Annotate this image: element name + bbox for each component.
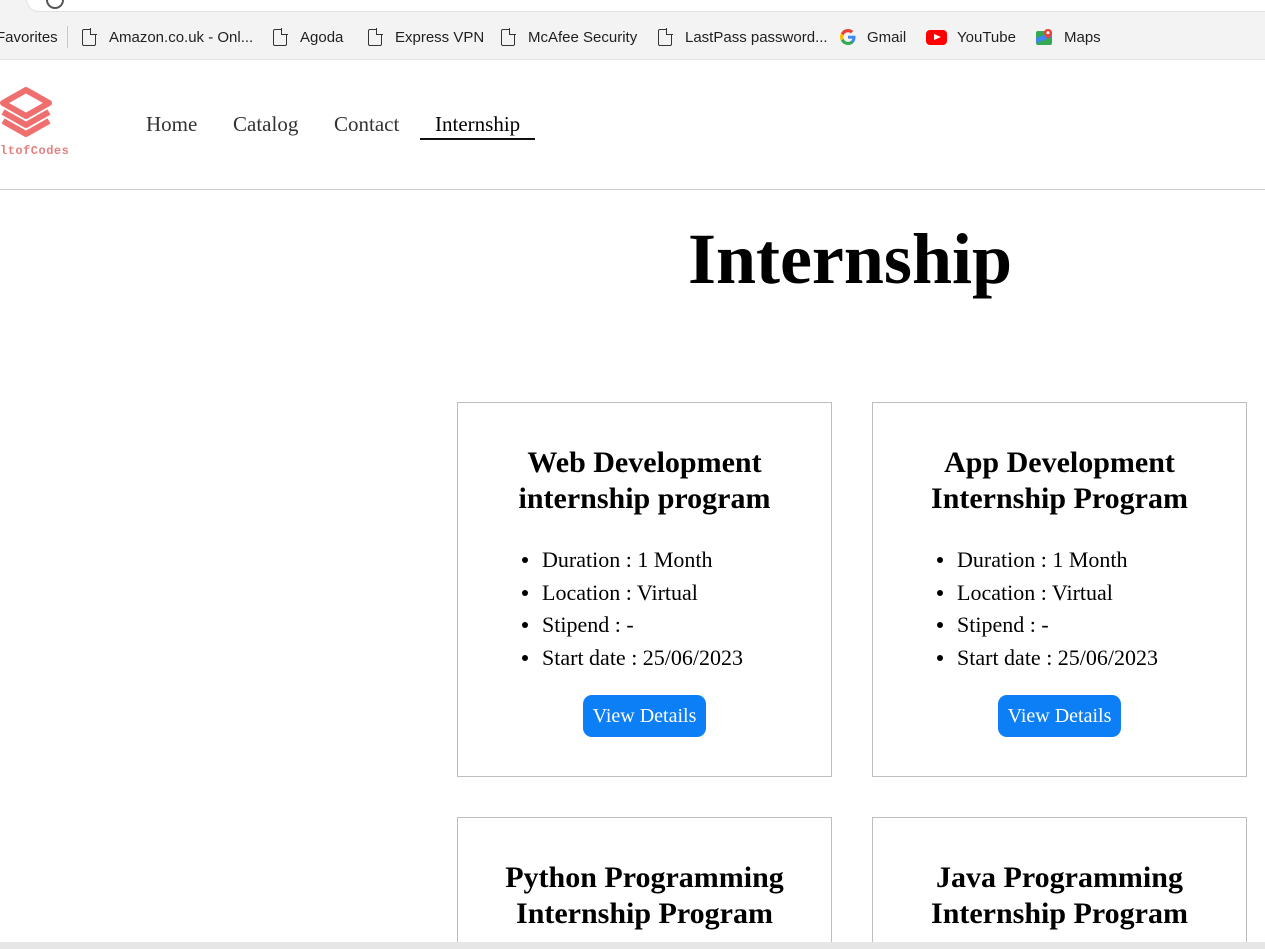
bookmark-label: Maps — [1064, 28, 1101, 46]
page-icon — [368, 27, 383, 46]
bookmark-gmail[interactable]: Gmail — [840, 14, 906, 60]
card-title: Python Programming Internship Program — [468, 860, 821, 932]
card-details-list: Duration : 1 Month Location : Virtual St… — [521, 544, 743, 675]
card-title-line: Web Development — [527, 446, 762, 479]
bookmark-amazon[interactable]: Amazon.co.uk - Onl... — [82, 14, 253, 60]
bookmark-label: LastPass password... — [685, 28, 828, 46]
page-icon — [273, 27, 288, 46]
detail-stipend: Stipend : - — [936, 609, 1158, 642]
page-title: Internship — [687, 219, 1013, 299]
view-details-button[interactable]: View Details — [583, 695, 706, 737]
card-title: App Development Internship Program — [883, 445, 1236, 517]
detail-start-date: Start date : 25/06/2023 — [936, 642, 1158, 675]
site-header: ltofCodes Home Catalog Contact Internshi… — [0, 60, 1265, 190]
view-details-button[interactable]: View Details — [998, 695, 1121, 737]
card-title-line: Internship Program — [931, 897, 1188, 930]
detail-location: Location : Virtual — [936, 577, 1158, 610]
card-details-list: Duration : 1 Month Location : Virtual St… — [936, 544, 1158, 675]
internship-card-java-programming: Java Programming Internship Program — [872, 817, 1247, 949]
bookmark-youtube[interactable]: YouTube — [926, 14, 1016, 60]
bookmark-label: Agoda — [300, 28, 344, 46]
bookmark-mcafee[interactable]: McAfee Security — [501, 14, 637, 60]
bookmark-maps[interactable]: Maps — [1035, 14, 1101, 60]
card-title-line: Internship Program — [931, 482, 1188, 515]
youtube-icon — [926, 29, 947, 45]
bookmark-lastpass[interactable]: LastPass password... — [658, 14, 828, 60]
bookmark-label: McAfee Security — [528, 28, 638, 46]
bookmark-label: Express VPN — [395, 28, 485, 46]
bookmarks-divider — [67, 26, 68, 48]
maps-icon — [1036, 28, 1052, 45]
bookmark-favorites-label: Favorites — [0, 28, 58, 46]
detail-location: Location : Virtual — [521, 577, 743, 610]
card-title: Java Programming Internship Program — [883, 860, 1236, 932]
detail-start-date: Start date : 25/06/2023 — [521, 642, 743, 675]
page-icon — [658, 27, 673, 46]
address-bar[interactable] — [26, 0, 1265, 12]
internship-card-web-development: Web Development internship program Durat… — [457, 402, 832, 777]
bookmark-label: Gmail — [867, 28, 907, 46]
window-bottom-edge — [0, 942, 1265, 949]
bookmark-agoda[interactable]: Agoda — [273, 14, 343, 60]
logo-text: ltofCodes — [0, 144, 70, 158]
page-icon — [82, 27, 97, 46]
internship-card-app-development: App Development Internship Program Durat… — [872, 402, 1247, 777]
card-title-line: Internship Program — [516, 897, 773, 930]
nav-contact[interactable]: Contact — [334, 112, 399, 137]
bookmark-label: Amazon.co.uk - Onl... — [109, 28, 254, 46]
detail-duration: Duration : 1 Month — [521, 544, 743, 577]
page-icon — [501, 27, 516, 46]
card-title: Web Development internship program — [468, 445, 821, 517]
nav-internship[interactable]: Internship — [420, 112, 536, 140]
bookmark-label: YouTube — [957, 28, 1016, 46]
bookmark-favorites[interactable]: Favorites — [0, 14, 58, 60]
card-title-line: Java Programming — [936, 861, 1183, 894]
detail-duration: Duration : 1 Month — [936, 544, 1158, 577]
logo-icon[interactable] — [0, 86, 55, 140]
google-icon — [840, 29, 856, 45]
nav-catalog[interactable]: Catalog — [233, 112, 298, 137]
bookmarks-bar: Favorites Amazon.co.uk - Onl... Agoda Ex… — [0, 14, 1265, 60]
internship-card-python-programming: Python Programming Internship Program — [457, 817, 832, 949]
bookmark-express-vpn[interactable]: Express VPN — [368, 14, 484, 60]
card-title-line: Python Programming — [505, 861, 784, 894]
card-title-line: internship program — [518, 482, 771, 515]
detail-stipend: Stipend : - — [521, 609, 743, 642]
nav-home[interactable]: Home — [146, 112, 197, 137]
card-title-line: App Development — [944, 446, 1175, 479]
